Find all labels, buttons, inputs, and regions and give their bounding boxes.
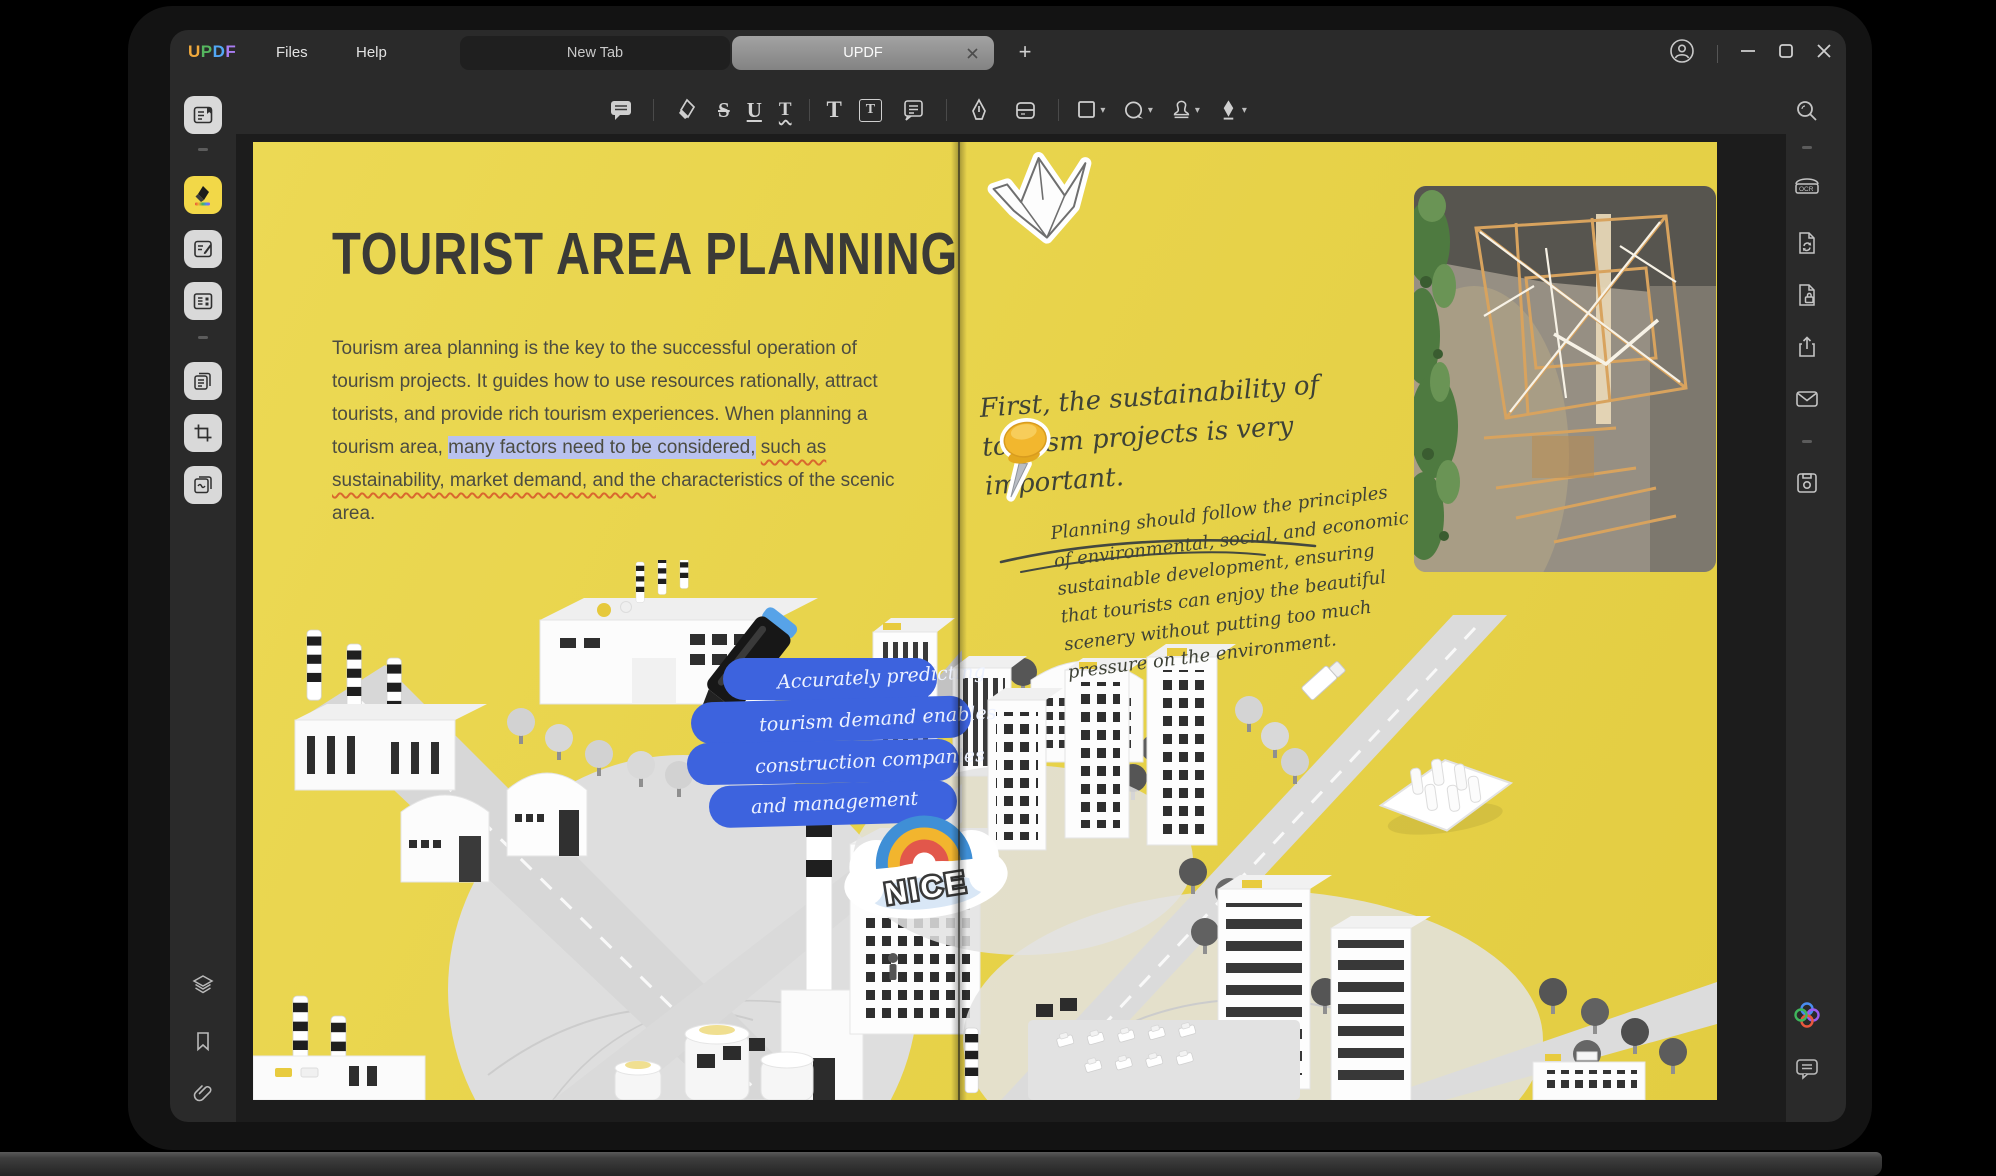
underline-tool-icon[interactable]: U <box>747 98 762 123</box>
updf-ai-button[interactable] <box>1790 998 1824 1032</box>
model-structure <box>1376 749 1517 841</box>
search-button[interactable] <box>1790 94 1824 128</box>
titlebar-divider <box>1717 45 1718 63</box>
bookmarks-button[interactable] <box>186 1024 220 1058</box>
tab-label: UPDF <box>843 45 882 61</box>
document-canvas: TOURIST AREA PLANNING Tourism area plann… <box>236 134 1786 1122</box>
convert-button[interactable] <box>1790 226 1824 260</box>
page-title: TOURIST AREA PLANNING <box>332 220 958 288</box>
reader-icon <box>192 104 214 126</box>
brand-letter: P <box>201 42 213 61</box>
minimize-button[interactable] <box>1740 43 1756 64</box>
sidebar-divider <box>198 336 208 339</box>
reader-mode-button[interactable] <box>184 96 222 134</box>
tab-label: New Tab <box>567 45 623 61</box>
share-button[interactable] <box>1790 330 1824 364</box>
pushpin-sticker[interactable] <box>988 410 1062 502</box>
protect-button[interactable] <box>1790 278 1824 312</box>
comment-tool-icon[interactable] <box>606 95 636 125</box>
organize-pages-button[interactable] <box>184 282 222 320</box>
organize-pages-icon <box>192 290 214 312</box>
attachments-button[interactable] <box>186 1076 220 1110</box>
tab-new-tab[interactable]: New Tab <box>460 36 730 70</box>
highlight-tool-icon[interactable] <box>671 95 701 125</box>
feedback-button[interactable] <box>1790 1052 1824 1086</box>
construction-site-photo[interactable] <box>1414 186 1716 572</box>
toolbar-divider <box>653 99 654 121</box>
stamp-tool-icon[interactable]: ▾ <box>1170 95 1200 125</box>
tab-close-icon[interactable] <box>964 45 980 61</box>
convert-document-icon <box>1794 230 1820 256</box>
sidebar-divider <box>1802 440 1812 443</box>
search-icon <box>1794 98 1820 124</box>
toolbar-divider <box>1058 99 1059 121</box>
protect-document-icon <box>1794 282 1820 308</box>
svg-text:OCR: OCR <box>1799 186 1814 193</box>
edit-icon <box>192 238 214 260</box>
save-icon <box>1794 470 1820 496</box>
updf-app-window: UPDF Files Help New Tab UPDF + <box>170 30 1846 1122</box>
annotate-pages-button[interactable] <box>184 466 222 504</box>
nice-rainbow-sticker[interactable]: NICE <box>836 798 1012 924</box>
comment-mode-highlighter-icon <box>191 183 215 207</box>
updf-logo: UPDF <box>188 42 236 62</box>
ocr-icon: OCR <box>1793 175 1821 203</box>
page-tools-button[interactable] <box>184 362 222 400</box>
titlebar: UPDF Files Help New Tab UPDF + <box>170 30 1846 76</box>
new-tab-button[interactable]: + <box>1012 40 1038 66</box>
tab-updf-document[interactable]: UPDF <box>732 36 994 70</box>
layers-icon <box>191 973 215 997</box>
crop-icon <box>192 422 214 444</box>
strikethrough-tool-icon[interactable]: S <box>718 98 730 123</box>
bookmark-icon <box>192 1030 214 1052</box>
page-fold <box>951 142 967 1100</box>
menu-files[interactable]: Files <box>276 44 308 61</box>
highlight-annotation[interactable]: many factors need to be considered, <box>448 436 755 459</box>
paper-crane-doodle[interactable] <box>981 148 1101 252</box>
pages-icon <box>192 370 214 392</box>
brand-letter: U <box>188 42 201 61</box>
page-paragraph: Tourism area planning is the key to the … <box>332 332 924 530</box>
sidebar-divider <box>198 148 208 151</box>
signature-tool-icon[interactable]: ▾ <box>1217 95 1247 125</box>
comment-mode-button-active[interactable] <box>184 176 222 214</box>
squiggly-underline-tool-icon[interactable]: T <box>779 99 792 121</box>
mail-icon <box>1794 386 1820 412</box>
shape-tool-icon[interactable]: ▾ <box>1076 95 1106 125</box>
pdf-spread: TOURIST AREA PLANNING Tourism area plann… <box>253 142 1717 1100</box>
menu-help[interactable]: Help <box>356 44 387 61</box>
toolbar-divider <box>946 99 947 121</box>
scribble-pages-icon <box>192 474 214 496</box>
pencil-tool-icon[interactable] <box>964 95 994 125</box>
sidebar-divider <box>1802 146 1812 149</box>
account-icon[interactable] <box>1669 38 1695 69</box>
ocr-button[interactable]: OCR <box>1790 172 1824 206</box>
brand-letter: F <box>225 42 236 61</box>
typewriter-tool-icon[interactable]: T <box>827 97 842 123</box>
updf-ai-clover-icon <box>1793 1001 1821 1029</box>
close-button[interactable] <box>1816 43 1832 64</box>
edit-mode-button[interactable] <box>184 230 222 268</box>
sticker-tool-icon[interactable]: ▾ <box>1123 95 1153 125</box>
brand-letter: D <box>213 42 226 61</box>
text-box-tool-icon[interactable]: T <box>859 99 882 122</box>
email-button[interactable] <box>1790 382 1824 416</box>
layers-button[interactable] <box>186 968 220 1002</box>
maximize-button[interactable] <box>1778 43 1794 64</box>
annotation-toolbar: S U T T T ▾ ▾ ▾ ▾ <box>606 88 1247 132</box>
toolbar-divider <box>809 99 810 121</box>
eraser-tool-icon[interactable] <box>1011 95 1041 125</box>
share-icon <box>1794 334 1820 360</box>
laptop-base <box>0 1152 1882 1176</box>
crop-pages-button[interactable] <box>184 414 222 452</box>
paperclip-icon <box>191 1081 215 1105</box>
callout-tool-icon[interactable] <box>899 95 929 125</box>
feedback-chat-icon <box>1794 1056 1820 1082</box>
laptop-screen: UPDF Files Help New Tab UPDF + <box>128 6 1872 1150</box>
save-button[interactable] <box>1790 466 1824 500</box>
